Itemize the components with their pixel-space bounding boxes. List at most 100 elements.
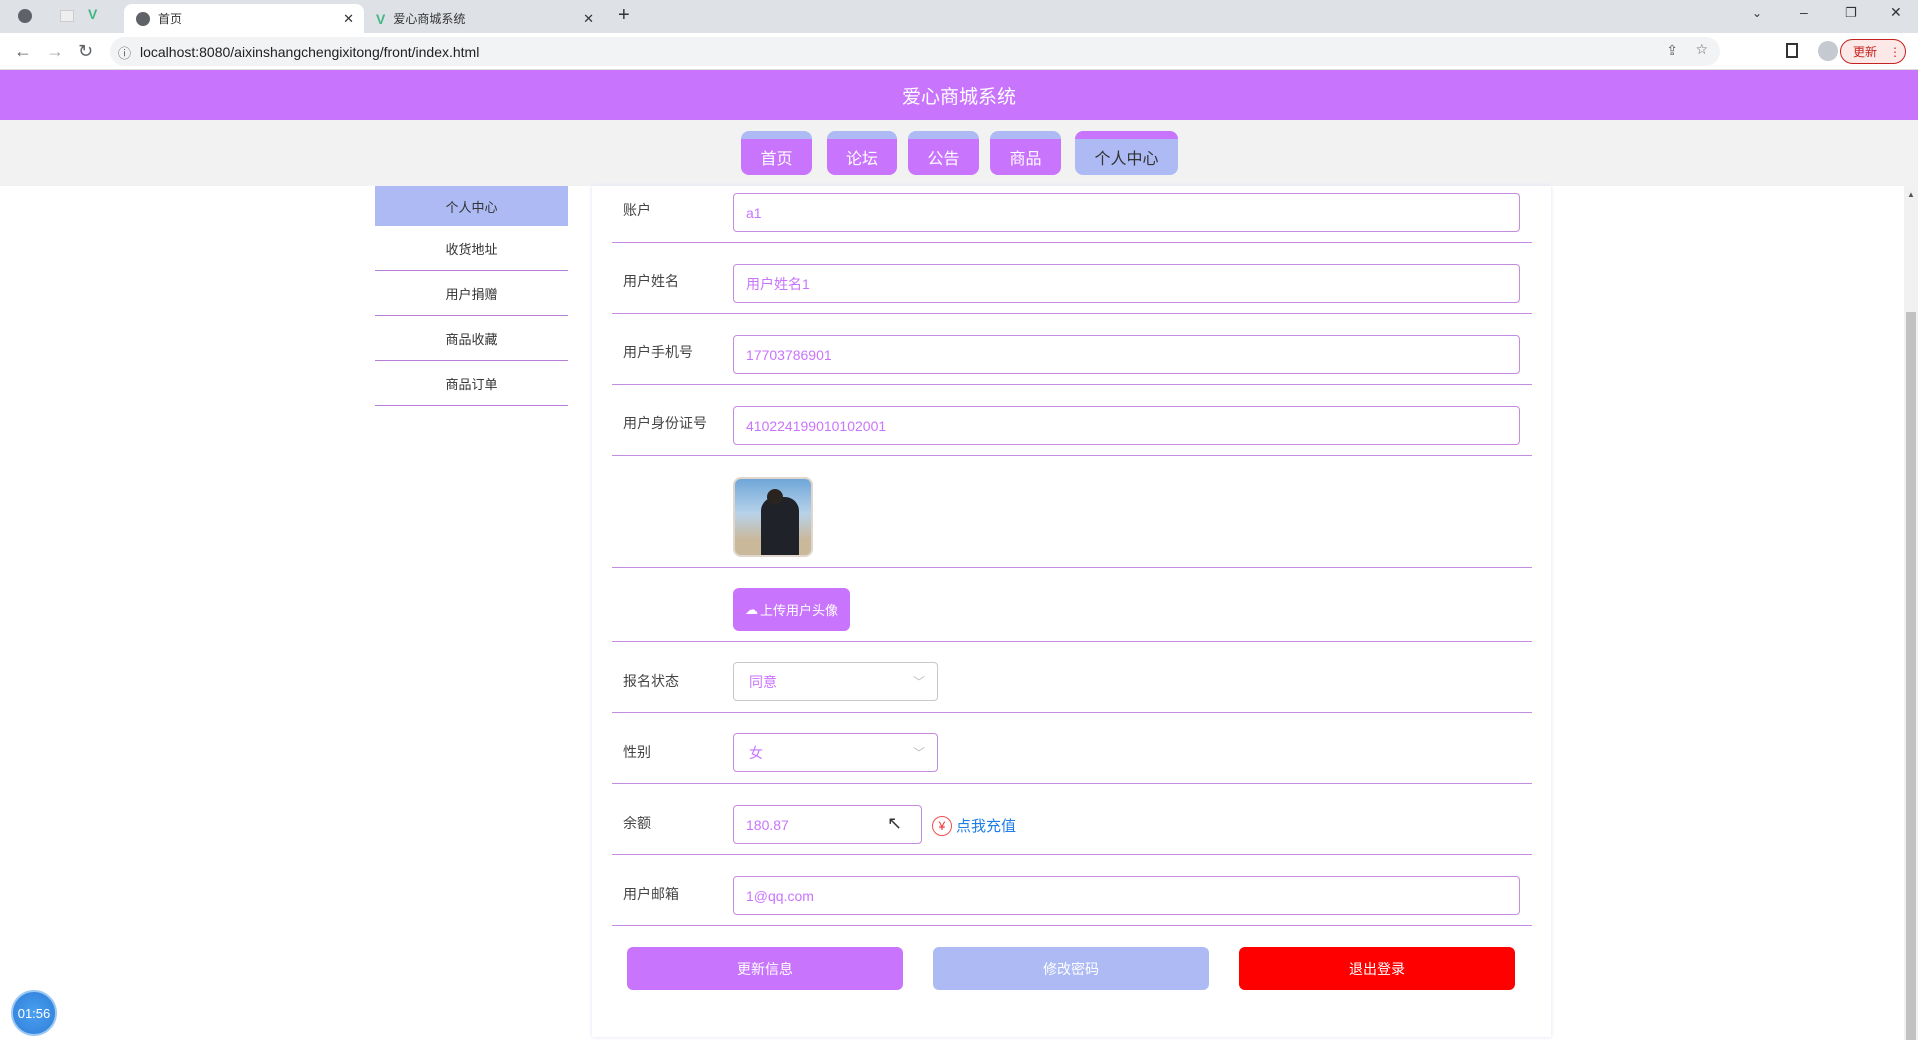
divider: [612, 854, 1532, 855]
sidebar-label: 个人中心: [445, 199, 498, 215]
account-value: a1: [746, 204, 762, 221]
recharge-link[interactable]: ¥ 点我充值: [932, 815, 1016, 836]
new-tab-icon[interactable]: +: [618, 4, 630, 27]
timer-badge[interactable]: 01:56: [11, 990, 57, 1036]
email-value: 1@qq.com: [746, 887, 814, 904]
vue-icon[interactable]: V: [88, 6, 97, 22]
tab-shop[interactable]: V 爱心商城系统 ✕: [364, 4, 604, 33]
sidebar-item-personal-center[interactable]: 个人中心: [375, 186, 568, 226]
logout-button[interactable]: 退出登录: [1239, 947, 1515, 990]
upload-avatar-button[interactable]: ☁ 上传用户头像: [733, 588, 850, 631]
nav-notice[interactable]: 公告: [908, 131, 979, 175]
tab-home[interactable]: 首页 ✕: [124, 4, 364, 33]
close-icon[interactable]: ✕: [343, 11, 354, 27]
divider: [612, 242, 1532, 243]
profile-icon[interactable]: [1818, 41, 1838, 61]
minimize-icon[interactable]: –: [1800, 4, 1808, 20]
close-icon[interactable]: ✕: [583, 11, 594, 27]
window-close-icon[interactable]: ✕: [1890, 4, 1902, 21]
chevron-down-icon: ﹀: [912, 746, 925, 760]
page-icon[interactable]: [60, 10, 74, 22]
share-icon[interactable]: ⇪: [1666, 42, 1678, 59]
account-label: 账户: [623, 202, 651, 218]
update-button[interactable]: 更新 ⋮: [1840, 39, 1906, 64]
sidebar-item-favorites[interactable]: 商品收藏: [375, 316, 568, 361]
site-title: 爱心商城系统: [901, 86, 1016, 108]
url-input[interactable]: ⓘ localhost:8080/aixinshangchengixitong/…: [110, 37, 1720, 66]
change-password-button[interactable]: 修改密码: [933, 947, 1209, 990]
divider: [612, 925, 1532, 926]
back-icon[interactable]: ←: [14, 41, 32, 62]
balance-value: 180.87: [746, 816, 789, 833]
phone-value: 17703786901: [746, 346, 832, 363]
globe-icon: [136, 11, 150, 26]
vue-icon: V: [376, 10, 386, 27]
status-label: 报名状态: [623, 673, 679, 689]
avatar-image: [733, 477, 813, 557]
update-label: 更新: [1853, 45, 1878, 59]
divider: [612, 384, 1532, 385]
forward-icon[interactable]: →: [46, 41, 64, 62]
gender-select[interactable]: 女 ﹀: [733, 733, 938, 772]
nav-home[interactable]: 首页: [741, 131, 812, 175]
sidebar-label: 商品订单: [445, 376, 498, 392]
sidebar-item-orders[interactable]: 商品订单: [375, 361, 568, 406]
divider: [612, 455, 1532, 456]
sidebar-label: 收货地址: [445, 241, 498, 257]
timer-text: 01:56: [17, 1005, 51, 1021]
status-value: 同意: [749, 673, 777, 690]
browser-tab-bar: V 首页 ✕ V 爱心商城系统 ✕ + ⌄ – ❐ ✕: [0, 0, 1918, 33]
nav-forum[interactable]: 论坛: [827, 131, 897, 175]
button-label: 修改密码: [1043, 960, 1099, 977]
nav-label: 首页: [760, 151, 793, 168]
divider: [612, 783, 1532, 784]
chevron-down-icon: ﹀: [912, 675, 925, 689]
recharge-label: 点我充值: [956, 818, 1017, 835]
divider: [612, 641, 1532, 642]
nav-label: 商品: [1009, 151, 1042, 168]
address-bar: ← → ↻ ⓘ localhost:8080/aixinshangchengix…: [0, 33, 1918, 70]
idcard-label: 用户身份证号: [623, 415, 707, 431]
account-input[interactable]: a1: [733, 193, 1520, 232]
site-header: 爱心商城系统: [0, 70, 1918, 120]
nav-label: 个人中心: [1094, 151, 1159, 168]
email-input[interactable]: 1@qq.com: [733, 876, 1520, 915]
sidebar-item-donation[interactable]: 用户捐赠: [375, 271, 568, 316]
status-select[interactable]: 同意 ﹀: [733, 662, 938, 701]
sidepanel-icon[interactable]: [1786, 43, 1798, 58]
scrollbar[interactable]: ▲: [1904, 186, 1918, 1040]
scroll-up-icon[interactable]: ▲: [1907, 190, 1915, 199]
tab-label: 爱心商城系统: [393, 12, 466, 26]
idcard-input[interactable]: 410224199010102001: [733, 406, 1520, 445]
mouse-cursor-icon: ↖: [887, 813, 903, 833]
phone-label: 用户手机号: [623, 344, 693, 360]
gender-value: 女: [749, 744, 763, 761]
name-value: 用户姓名1: [746, 275, 810, 292]
star-icon[interactable]: ☆: [1695, 41, 1708, 58]
reload-icon[interactable]: ↻: [78, 41, 93, 62]
name-input[interactable]: 用户姓名1: [733, 264, 1520, 303]
balance-label: 余额: [623, 815, 651, 831]
email-label: 用户邮箱: [623, 886, 679, 902]
phone-input[interactable]: 17703786901: [733, 335, 1520, 374]
url-text: localhost:8080/aixinshangchengixitong/fr…: [140, 43, 480, 60]
divider: [612, 712, 1532, 713]
tab-label: 首页: [158, 12, 183, 26]
sidebar-label: 商品收藏: [445, 331, 498, 347]
button-label: 退出登录: [1349, 960, 1405, 977]
nav-goods[interactable]: 商品: [990, 131, 1061, 175]
sidebar-item-address[interactable]: 收货地址: [375, 226, 568, 271]
scrollbar-thumb[interactable]: [1906, 312, 1916, 1040]
yen-icon: ¥: [932, 815, 952, 836]
sidebar-label: 用户捐赠: [445, 286, 498, 302]
update-info-button[interactable]: 更新信息: [627, 947, 903, 990]
upload-label: 上传用户头像: [759, 603, 838, 618]
menu-icon: ⋮: [1889, 44, 1902, 59]
nav-personal-center[interactable]: 个人中心: [1075, 131, 1178, 175]
info-icon: ⓘ: [118, 46, 132, 61]
chevron-down-icon[interactable]: ⌄: [1752, 6, 1762, 20]
restore-icon[interactable]: ❐: [1845, 5, 1857, 21]
button-label: 更新信息: [737, 960, 793, 977]
globe-icon[interactable]: [18, 9, 32, 23]
nav-label: 公告: [927, 151, 960, 168]
